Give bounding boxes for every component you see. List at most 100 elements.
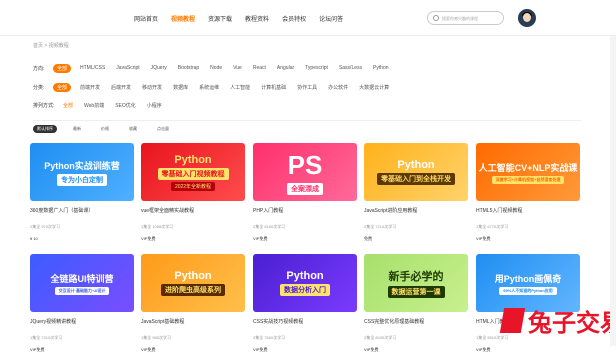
filter-option[interactable]: Angular [277, 65, 294, 71]
course-thumbnail[interactable]: Python实战训练营 专为小白定制 [30, 143, 134, 201]
filter-row-category: 分类: 全部 前端开发 后端开发 移动开发 数据库 系统运维 人工智能 计算机基础 协作工具 办公软… [33, 82, 400, 92]
filter-option[interactable]: 数据库 [173, 84, 188, 91]
filter-option[interactable]: 计算机基础 [261, 84, 286, 91]
course-price: VIP免费 [364, 347, 379, 352]
filter-option[interactable]: 协作工具 [297, 84, 317, 91]
filter-option[interactable]: Vue [233, 65, 242, 71]
avatar[interactable] [518, 9, 536, 27]
nav-video-tutorials[interactable]: 视频教程 [171, 14, 195, 23]
course-card[interactable]: 人工智能CV+NLP实战课 深度学习+计算机视觉+自然语言处理 HTML5入门视频教… [476, 143, 580, 251]
filter-option[interactable]: Sass/Less [339, 65, 362, 71]
course-card[interactable]: Python 零基础入门视频教程 2022年全新教程 vue框架全面精实战教程 1集全 … [141, 143, 245, 251]
filter-option[interactable]: Python [373, 65, 389, 71]
thumbnail-subheading: 全案漂成 [287, 182, 323, 195]
filter-option[interactable]: Web前端 [84, 102, 104, 109]
course-meta: 1集全 1058次学习 [141, 224, 174, 229]
filter-option[interactable]: 人工智能 [230, 84, 250, 91]
filter-row-direction: 方向: 全部 HTML/CSS JavaScript JQuery Bootstrap No… [33, 63, 400, 73]
course-price: VIP免费 [476, 347, 491, 352]
course-title[interactable]: JavaScript进阶应用教程 [364, 207, 468, 214]
thumbnail-heading: PS [287, 149, 323, 180]
course-thumbnail[interactable]: Python 进阶爬虫高级系列 [141, 254, 245, 312]
filter-label: 方向: [33, 65, 45, 72]
course-meta: 1集全 985次学习 [141, 335, 172, 340]
main-nav: 网站首页 视频教程 资源下载 教程资料 会员特权 论坛问答 [134, 14, 356, 23]
filter-label: 排列方式: [33, 102, 55, 109]
filter-option[interactable]: 移动开发 [142, 84, 162, 91]
course-title[interactable]: JavaScript基础教程 [141, 318, 245, 325]
course-meta: 2集全 7210次学习 [364, 224, 397, 229]
sort-bar: 默认排序 最新 价格 收藏 点击量 [33, 125, 185, 133]
thumbnail-heading: 新手必学的 [388, 271, 444, 283]
course-thumbnail[interactable]: 人工智能CV+NLP实战课 深度学习+计算机视觉+自然语言处理 [476, 143, 580, 201]
search-input[interactable]: 搜索你感兴趣的课程 [427, 11, 504, 25]
thumbnail-heading: Python [397, 159, 435, 171]
filter-option[interactable]: Node [210, 65, 222, 71]
sort-option[interactable]: 收藏 [125, 125, 141, 133]
top-header: 网站首页 视频教程 资源下载 教程资料 会员特权 论坛问答 搜索你感兴趣的课程 [0, 0, 616, 36]
course-title[interactable]: HTML5入门视频教程 [476, 207, 580, 214]
course-price: VIP免费 [253, 347, 268, 352]
breadcrumb[interactable]: 首页 > 视频教程 [33, 42, 69, 49]
filter-option[interactable]: 后端开发 [111, 84, 131, 91]
filter-option[interactable]: 小程序 [147, 102, 162, 109]
thumbnail-heading: Python实战训练营 [44, 160, 120, 171]
watermark-logo: 兔子交易 [482, 293, 616, 346]
filter-option[interactable]: JQuery [151, 65, 167, 71]
course-title[interactable]: CSS实战技巧视频教程 [253, 318, 357, 325]
course-price: ¥ 10 [30, 236, 38, 241]
thumbnail-subheading: 交互设计·基础能力·UI设计 [54, 286, 110, 295]
thumbnail-heading: Python [174, 153, 212, 166]
course-title[interactable]: vue框架全面精实战教程 [141, 207, 245, 214]
course-card[interactable]: PS 全案漂成 PHP入门教程 2集全 6160次学习 VIP免费 [253, 143, 357, 251]
nav-forum[interactable]: 论坛问答 [319, 14, 343, 23]
filter-option[interactable]: Bootstrap [178, 65, 199, 71]
course-title[interactable]: PHP入门教程 [253, 207, 357, 214]
course-thumbnail[interactable]: PS 全案漂成 [253, 143, 357, 201]
filter-option[interactable]: 前端开发 [80, 84, 100, 91]
nav-home[interactable]: 网站首页 [134, 14, 158, 23]
filter-option[interactable]: 大数据云计算 [359, 84, 389, 91]
thumbnail-subheading: 深度学习+计算机视觉+自然语言处理 [491, 175, 565, 184]
nav-vip[interactable]: 会员特权 [282, 14, 306, 23]
thumbnail-subheading: 零基础入门到全栈开发 [377, 173, 455, 185]
nav-materials[interactable]: 教程资料 [245, 14, 269, 23]
course-card[interactable]: Python 零基础入门到全栈开发 JavaScript进阶应用教程 2集全 7210… [364, 143, 468, 251]
filter-option[interactable]: 系统运维 [199, 84, 219, 91]
course-thumbnail[interactable]: Python 数据分析入门 [253, 254, 357, 312]
thumbnail-subheading: 数据运营第一课 [387, 286, 445, 298]
course-title[interactable]: JQuery视频精讲教程 [30, 318, 134, 325]
course-title[interactable]: CSS完整优化原理基础教程 [364, 318, 468, 325]
sort-option[interactable]: 点击量 [153, 125, 173, 133]
sort-option[interactable]: 默认排序 [33, 125, 57, 133]
course-meta: 2集全 970次学习 [30, 224, 61, 229]
course-thumbnail[interactable]: Python 零基础入门到全栈开发 [364, 143, 468, 201]
course-meta: 2集全 7660次学习 [253, 335, 286, 340]
filter-option[interactable]: HTML/CSS [80, 65, 105, 71]
thumbnail-tag: 2022年全新教程 [170, 181, 216, 191]
thumbnail-heading: 全链路UI特训营 [50, 273, 114, 284]
filter-option[interactable]: 全部 [53, 63, 72, 73]
filter-option[interactable]: React [253, 65, 266, 71]
filter-option[interactable]: 办公软件 [328, 84, 348, 91]
filter-option[interactable]: 全部 [53, 82, 72, 92]
thumbnail-heading: 用Python画佩奇 [494, 273, 562, 284]
nav-resources[interactable]: 资源下载 [208, 14, 232, 23]
thumbnail-heading: Python [174, 270, 212, 282]
course-title[interactable]: 360度数据广入门（基础课） [30, 207, 134, 214]
course-card[interactable]: Python实战训练营 专为小白定制 360度数据广入门（基础课） 2集全 970次学… [30, 143, 134, 251]
sort-option[interactable]: 最新 [69, 125, 85, 133]
scrollbar[interactable] [610, 36, 616, 346]
watermark-mark [499, 308, 526, 333]
thumbnail-subheading: 数据分析入门 [280, 284, 330, 296]
course-thumbnail[interactable]: 新手必学的数据运营第一课 [364, 254, 468, 312]
course-meta: 2集全 8430次学习 [364, 335, 397, 340]
filter-option[interactable]: JavaScript [116, 65, 139, 71]
sort-option[interactable]: 价格 [97, 125, 113, 133]
filter-option[interactable]: 全部 [63, 102, 73, 109]
course-thumbnail[interactable]: 全链路UI特训营 交互设计·基础能力·UI设计 [30, 254, 134, 312]
filter-option[interactable]: SEO优化 [115, 102, 136, 109]
course-price: VIP免费 [141, 347, 156, 352]
filter-option[interactable]: Typescript [305, 65, 328, 71]
course-thumbnail[interactable]: Python 零基础入门视频教程 2022年全新教程 [141, 143, 245, 201]
